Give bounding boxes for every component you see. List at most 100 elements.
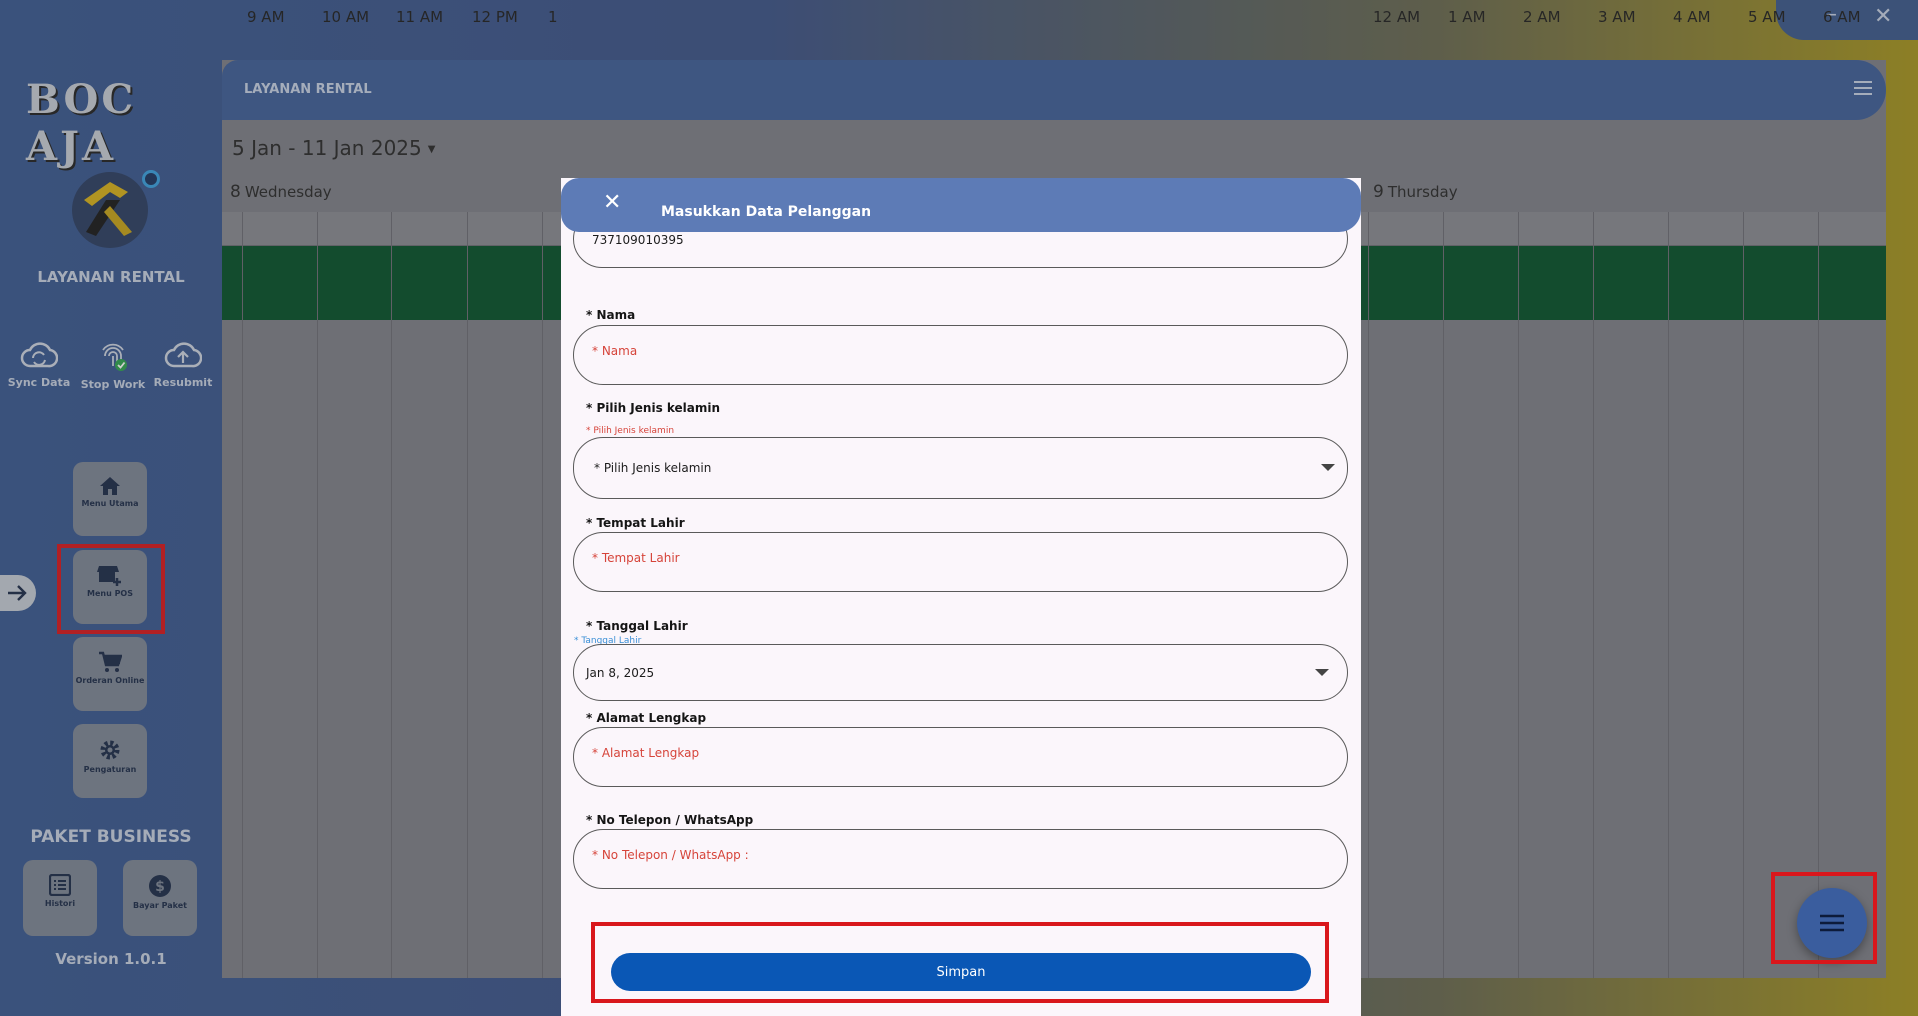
grid-line (1743, 212, 1744, 978)
tempat-lahir-label: * Tempat Lahir (586, 516, 685, 530)
dropdown-arrow-icon (1315, 669, 1329, 676)
sidebar: BOC AJA LAYANAN RENTAL Sync Data Stop Wo… (0, 0, 222, 1016)
page-title: LAYANAN RENTAL (244, 82, 372, 97)
telepon-label: * No Telepon / WhatsApp (586, 813, 754, 827)
nav-menu-utama-label: Menu Utama (81, 499, 139, 508)
stop-work-label: Stop Work (80, 378, 146, 391)
gender-value: * Pilih Jenis kelamin (594, 461, 712, 475)
telepon-input[interactable] (592, 848, 1312, 862)
stop-work-button[interactable]: Stop Work (78, 340, 148, 391)
hamburger-menu-icon[interactable] (1854, 80, 1872, 96)
histori-button[interactable]: Histori (23, 860, 97, 936)
grid-line (1443, 212, 1444, 978)
sync-data-button[interactable]: Sync Data (4, 340, 74, 389)
svg-text:$: $ (155, 879, 165, 895)
date-range-label: 5 Jan - 11 Jan 2025 (232, 136, 422, 160)
top-bar: LAYANAN RENTAL (222, 60, 1886, 120)
hour-label: 10 AM (322, 8, 370, 26)
alamat-label: * Alamat Lengkap (586, 711, 707, 725)
grid-line (391, 212, 392, 978)
hour-label: 1 AM (1448, 8, 1486, 26)
grid-line (467, 212, 468, 978)
arrow-right-icon (8, 585, 27, 601)
nav-orderan-online[interactable]: Orderan Online (73, 637, 147, 711)
alamat-input[interactable] (592, 746, 1312, 760)
nav-pengaturan[interactable]: Pengaturan (73, 724, 147, 798)
day-number: 9 (1373, 182, 1384, 202)
hour-label: 5 AM (1748, 8, 1786, 26)
grid-line (1818, 212, 1819, 978)
close-window-button[interactable]: ✕ (1874, 4, 1892, 29)
date-range-picker[interactable]: 5 Jan - 11 Jan 2025 ▼ (232, 136, 435, 160)
tanggal-lahir-value: Jan 8, 2025 (586, 666, 655, 680)
cart-icon (99, 651, 122, 672)
sidebar-title: LAYANAN RENTAL (37, 268, 185, 286)
hour-label: 12 PM (472, 8, 518, 26)
bayar-paket-label: Bayar Paket (133, 901, 187, 910)
expand-sidebar-button[interactable] (0, 575, 36, 611)
id-input[interactable] (592, 233, 1312, 247)
hour-label: 2 AM (1523, 8, 1561, 26)
dropdown-arrow-icon (1321, 464, 1335, 471)
customer-data-modal (561, 178, 1361, 1016)
online-status-icon (142, 170, 160, 188)
sync-data-label: Sync Data (7, 376, 71, 389)
gear-icon (100, 740, 120, 760)
home-icon (100, 477, 120, 495)
grid-line (1593, 212, 1594, 978)
nav-pengaturan-label: Pengaturan (83, 765, 137, 774)
cloud-sync-icon (20, 342, 58, 368)
app-logo: BOC AJA (26, 76, 137, 170)
highlight-fab (1771, 872, 1877, 964)
gender-select[interactable]: * Pilih Jenis kelamin (573, 437, 1348, 499)
hour-label: 9 AM (247, 8, 285, 26)
alamat-field[interactable] (573, 727, 1348, 787)
day-number: 8 (230, 182, 241, 202)
resubmit-label: Resubmit (153, 376, 213, 389)
nama-input[interactable] (592, 344, 1312, 358)
close-modal-button[interactable]: ✕ (603, 190, 621, 215)
telepon-field[interactable] (573, 829, 1348, 889)
hour-label: 1 (548, 8, 558, 26)
cloud-upload-icon (164, 342, 202, 368)
day-name: Wednesday (244, 183, 332, 201)
tanggal-lahir-label: * Tanggal Lahir (586, 619, 688, 633)
tempat-lahir-field[interactable] (573, 532, 1348, 592)
highlight-save-button (591, 922, 1329, 1003)
nama-label: * Nama (586, 308, 636, 322)
grid-line (1368, 212, 1369, 978)
hour-label: 4 AM (1673, 8, 1711, 26)
day-name: Thursday (1387, 183, 1458, 201)
modal-title: Masukkan Data Pelanggan (661, 204, 872, 220)
dollar-icon: $ (149, 875, 171, 897)
hour-label: 12 AM (1373, 8, 1421, 26)
bayar-paket-button[interactable]: $ Bayar Paket (123, 860, 197, 936)
grid-line (317, 212, 318, 978)
gender-hint: * Pilih Jenis kelamin (586, 426, 675, 436)
resubmit-button[interactable]: Resubmit (148, 340, 218, 389)
caret-down-icon: ▼ (427, 144, 436, 155)
nav-orderan-online-label: Orderan Online (75, 676, 145, 685)
grid-line (1668, 212, 1669, 978)
hour-label: 6 AM (1823, 8, 1861, 26)
paket-title: PAKET BUSINESS (30, 827, 192, 847)
modal-header: ✕ Masukkan Data Pelanggan (561, 178, 1361, 232)
tanggal-lahir-select[interactable]: Jan 8, 2025 (573, 644, 1348, 701)
version-label: Version 1.0.1 (55, 950, 167, 968)
grid-line (1518, 212, 1519, 978)
nav-menu-utama[interactable]: Menu Utama (73, 462, 147, 536)
grid-line (542, 212, 543, 978)
list-icon (49, 874, 71, 896)
gender-label: * Pilih Jenis kelamin (586, 401, 721, 415)
avatar (72, 172, 148, 248)
tempat-lahir-input[interactable] (592, 551, 1312, 565)
grid-line (242, 212, 243, 978)
histori-label: Histori (44, 899, 76, 908)
fingerprint-check-icon (102, 343, 127, 371)
hour-label: 3 AM (1598, 8, 1636, 26)
day-header-thursday: 9 Thursday (1373, 182, 1458, 202)
nama-field[interactable] (573, 325, 1348, 385)
day-header-wednesday: 8 Wednesday (230, 182, 332, 202)
hour-label: 11 AM (396, 8, 444, 26)
highlight-menu-pos (57, 544, 165, 634)
